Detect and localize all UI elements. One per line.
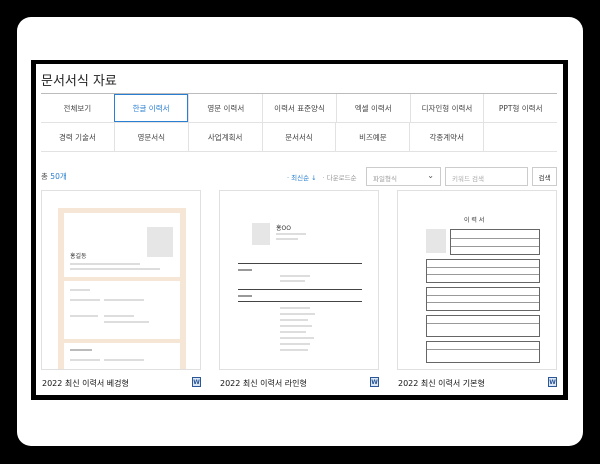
word-file-icon: W <box>548 377 557 387</box>
tab-english-resume[interactable]: 영문 이력서 <box>188 94 262 122</box>
preview-heading: 이 력 서 <box>464 217 485 224</box>
text-line <box>104 321 149 323</box>
photo-placeholder <box>426 229 446 253</box>
tab-standard-resume[interactable]: 이력서 표준양식 <box>262 94 336 122</box>
sort-latest[interactable]: · 최신순 ↓ <box>287 172 317 182</box>
text-line <box>280 349 308 351</box>
template-title[interactable]: 2022 최신 이력서 베겅형 <box>42 378 129 389</box>
word-file-icon: W <box>192 377 201 387</box>
preview-name: 홍OO <box>276 225 291 232</box>
search-input[interactable]: 키워드 검색 <box>445 167 528 186</box>
tab-english-forms[interactable]: 영문서식 <box>113 123 188 151</box>
text-line <box>70 268 160 270</box>
divider <box>427 349 539 350</box>
text-line <box>280 343 310 345</box>
template-title[interactable]: 2022 최신 이력서 기본형 <box>398 378 485 389</box>
divider <box>451 238 539 239</box>
tab-excel-resume[interactable]: 엑셀 이력서 <box>335 94 410 122</box>
text-line <box>70 315 98 317</box>
photo-placeholder <box>147 227 173 257</box>
preview-header-panel: 홍길동 <box>64 213 180 277</box>
chevron-down-icon: ⌄ <box>427 171 434 180</box>
license-table <box>426 315 540 337</box>
text-line <box>280 337 314 339</box>
divider <box>427 302 539 303</box>
extra-table <box>426 341 540 363</box>
education-table <box>426 259 540 283</box>
divider <box>451 246 539 247</box>
template-title[interactable]: 2022 최신 이력서 라인형 <box>220 378 307 389</box>
tab-ppt-resume[interactable]: PPT형 이력서 <box>483 94 557 122</box>
text-line <box>104 359 144 361</box>
text-line <box>70 289 90 291</box>
template-card-beige[interactable]: 홍길동 <box>41 190 201 370</box>
text-line <box>70 263 140 265</box>
count-prefix: 총 <box>41 172 48 181</box>
count-value: 50개 <box>50 172 67 181</box>
text-line <box>280 319 308 321</box>
text-line <box>104 315 134 317</box>
tab-all[interactable]: 전체보기 <box>41 94 114 122</box>
text-line <box>238 269 252 271</box>
word-file-icon: W <box>370 377 379 387</box>
tab-empty <box>483 123 557 151</box>
divider <box>427 295 539 296</box>
text-line <box>280 280 305 282</box>
text-line <box>276 238 298 240</box>
info-table <box>450 229 540 255</box>
template-card-line[interactable]: 홍OO <box>219 190 379 370</box>
tab-row-1: 전체보기 한글 이력서 영문 이력서 이력서 표준양식 엑셀 이력서 디자인형 … <box>41 94 557 123</box>
preview-section-panel <box>64 281 180 339</box>
list-toolbar: 총 50개 · 최신순 ↓ · 다운로드순 파일형식 ⌄ 키워드 검색 검색 <box>41 167 557 187</box>
text-line <box>70 349 92 351</box>
divider <box>427 274 539 275</box>
tab-korean-resume[interactable]: 한글 이력서 <box>113 94 189 122</box>
category-tabs: 전체보기 한글 이력서 영문 이력서 이력서 표준양식 엑셀 이력서 디자인형 … <box>41 93 557 152</box>
divider <box>238 263 362 264</box>
text-line <box>238 295 252 297</box>
tab-contracts[interactable]: 각종계약서 <box>409 123 483 151</box>
preview-name: 홍길동 <box>70 253 87 260</box>
divider <box>238 289 362 290</box>
text-line <box>276 233 306 235</box>
text-line <box>280 313 315 315</box>
tab-row-2: 경력 기술서 영문서식 사업계획서 문서서식 비즈예문 각종계약서 <box>41 123 557 152</box>
tab-design-resume[interactable]: 디자인형 이력서 <box>409 94 484 122</box>
tab-career-description[interactable]: 경력 기술서 <box>41 123 114 151</box>
tab-business-plan[interactable]: 사업계획서 <box>187 123 262 151</box>
tab-document-forms[interactable]: 문서서식 <box>261 123 336 151</box>
divider <box>427 267 539 268</box>
result-count: 총 50개 <box>41 171 67 182</box>
search-button[interactable]: 검색 <box>532 167 557 186</box>
text-line <box>70 359 100 361</box>
text-line <box>280 325 312 327</box>
text-line <box>280 275 310 277</box>
page-title: 문서서식 자료 <box>41 74 117 89</box>
text-line <box>280 307 310 309</box>
text-line <box>280 331 306 333</box>
divider <box>238 301 362 302</box>
document-template-page: 문서서식 자료 전체보기 한글 이력서 영문 이력서 이력서 표준양식 엑셀 이… <box>36 64 563 395</box>
file-type-select[interactable]: 파일형식 ⌄ <box>366 167 441 186</box>
sort-downloads[interactable]: · 다운로드순 <box>323 172 357 182</box>
tab-business-examples[interactable]: 비즈예문 <box>335 123 409 151</box>
photo-placeholder <box>252 223 270 245</box>
template-card-basic[interactable]: 이 력 서 <box>397 190 557 370</box>
text-line <box>70 299 100 301</box>
text-line <box>104 299 144 301</box>
divider <box>427 323 539 324</box>
sort-options: · 최신순 ↓ · 다운로드순 <box>287 172 357 182</box>
file-type-select-value: 파일형식 <box>373 175 397 183</box>
career-table <box>426 287 540 311</box>
preview-section-panel <box>64 343 180 369</box>
